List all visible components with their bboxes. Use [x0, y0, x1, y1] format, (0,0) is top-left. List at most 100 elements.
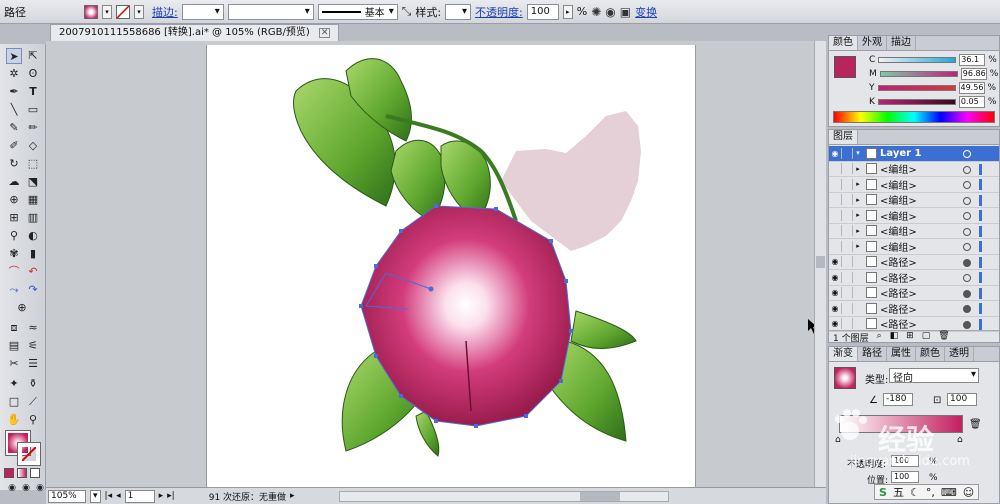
visibility-eye-icon[interactable]: ◉ [829, 257, 841, 266]
lasso-tool-icon[interactable]: ʘ [25, 66, 41, 82]
stroke-swatch[interactable] [116, 4, 130, 19]
visibility-eye-icon[interactable]: ◉ [829, 273, 841, 282]
zoom-dropdown[interactable]: ▾ [90, 489, 101, 503]
scale-tool-icon[interactable]: ⬚ [25, 156, 41, 172]
perspective-tool-icon[interactable]: ▦ [25, 192, 41, 208]
crop-area-tool-icon[interactable]: ⊕ [14, 300, 30, 316]
target-circle-icon[interactable] [963, 305, 971, 313]
gradient-swatch[interactable] [834, 367, 856, 389]
visibility-eye-icon[interactable]: ◉ [829, 319, 841, 328]
delete-layer-icon[interactable]: 🗑 [938, 331, 949, 343]
target-circle-icon[interactable] [963, 196, 971, 205]
lock-toggle[interactable] [841, 163, 853, 175]
visibility-eye-icon[interactable]: ◉ [829, 288, 841, 297]
globe-icon[interactable]: ◉ [605, 5, 615, 19]
lock-toggle[interactable] [841, 256, 853, 268]
status-menu-icon[interactable]: ▸ [290, 491, 295, 501]
variable-width-field[interactable]: ▾ [227, 3, 314, 20]
line-tool-icon[interactable]: ╲ [6, 102, 22, 118]
prev-page-icon[interactable]: ◂ [116, 491, 121, 501]
artboard-tool-icon[interactable]: ⧈ [6, 320, 22, 336]
gradient-location-field[interactable]: 100 [891, 471, 919, 483]
lock-toggle[interactable] [841, 225, 853, 237]
tab-attributes[interactable]: 属性 [887, 347, 916, 361]
eyedropper-alt-tool-icon[interactable]: ✦ [6, 376, 22, 392]
lock-toggle[interactable] [841, 271, 853, 283]
lock-toggle[interactable] [841, 178, 853, 190]
aspect-field[interactable]: 100 [947, 393, 977, 406]
k-channel-row[interactable]: K 0.05 % [869, 96, 996, 108]
reshape-tool-icon[interactable]: ⤳ [6, 282, 22, 298]
recolor-icon[interactable]: ✺ [591, 5, 601, 19]
target-circle-icon[interactable] [963, 243, 971, 251]
rotate-tool-icon[interactable]: ↻ [6, 156, 22, 172]
blend-tool-icon[interactable]: ◐ [25, 228, 41, 244]
locate-object-icon[interactable]: ⌕ [877, 331, 882, 343]
last-page-icon[interactable]: ▸| [167, 491, 175, 501]
target-circle-icon[interactable] [963, 274, 971, 282]
artboard-icon[interactable]: ▣ [620, 5, 631, 19]
fill-dropdown[interactable]: ▾ [102, 4, 112, 19]
k-value[interactable]: 0.05 [958, 96, 985, 108]
lock-toggle[interactable] [841, 147, 853, 159]
gradient-stop-right[interactable]: ⌂ [957, 435, 963, 445]
y-channel-row[interactable]: Y 49.56 % [869, 82, 996, 94]
lock-toggle[interactable] [841, 287, 853, 299]
horizontal-scrollbar[interactable] [338, 490, 669, 502]
c-slider[interactable] [878, 57, 957, 63]
tab-appearance[interactable]: 外观 [858, 36, 887, 50]
mesh-tool-icon[interactable]: ⊞ [6, 210, 22, 226]
new-sublayer-icon[interactable]: ⊞ [906, 331, 914, 343]
c-value[interactable]: 36.1 [959, 54, 986, 66]
zoom-tool-icon[interactable]: ⚲ [25, 412, 41, 428]
document-tab[interactable]: 2007910111558686 [转换].ai* @ 105% (RGB/预览… [50, 24, 340, 41]
magic-wand-tool-icon[interactable]: ✲ [6, 66, 22, 82]
fill-swatch[interactable] [84, 4, 98, 19]
y-slider[interactable] [877, 85, 956, 91]
slice-tool-icon[interactable]: ≈ [25, 320, 41, 336]
list-tool-icon[interactable]: ☰ [25, 356, 41, 372]
color-fill-swatch[interactable] [834, 56, 856, 78]
gradient-mode-icon[interactable] [17, 468, 27, 478]
selection-tool-icon[interactable]: ➤ [6, 48, 22, 64]
layer-row[interactable]: ▸ <编组> [829, 177, 999, 193]
hand-tool-icon[interactable]: ✋ [6, 412, 22, 428]
canvas-area[interactable] [46, 41, 821, 487]
visibility-eye-icon[interactable]: ◉ [829, 149, 841, 158]
gradient-opacity-field[interactable]: 100 [891, 455, 919, 467]
target-circle-icon[interactable] [963, 165, 971, 174]
target-circle-icon[interactable] [963, 227, 971, 236]
target-circle-icon[interactable] [963, 181, 971, 189]
layer-row[interactable]: ▸ <编组> [829, 208, 999, 224]
tab-stroke[interactable]: 描边 [887, 36, 916, 50]
graphic-style-field[interactable]: ▾ [445, 3, 472, 20]
eraser-tool-icon[interactable]: ◇ [25, 138, 41, 154]
paintbrush-tool-icon[interactable]: ✎ [6, 120, 22, 136]
lock-toggle[interactable] [841, 302, 853, 314]
next-page-icon[interactable]: ▸ [159, 491, 164, 501]
none-mode-icon[interactable] [30, 468, 40, 478]
eyedropper-tool-icon[interactable]: ⚲ [6, 228, 22, 244]
lock-toggle[interactable] [841, 318, 853, 330]
direct-selection-tool-icon[interactable]: ⇱ [25, 48, 41, 64]
target-circle-icon[interactable] [963, 289, 971, 298]
warp-tool-icon[interactable]: ☁ [6, 174, 22, 190]
tab-path[interactable]: 路径 [858, 347, 887, 361]
tab-color[interactable]: 颜色 [829, 36, 858, 50]
layer-row[interactable]: ▸ <编组> [829, 162, 999, 177]
gradient-type-select[interactable]: 径向 ▾ [889, 368, 979, 384]
opacity-link[interactable]: 不透明度: [475, 4, 523, 20]
lock-toggle[interactable] [841, 209, 853, 221]
width-tool-icon[interactable]: ↷ [25, 282, 41, 298]
opacity-field[interactable]: 100 [526, 3, 559, 20]
color-mode-icon[interactable] [4, 468, 14, 478]
page-field[interactable]: 1 [124, 489, 155, 503]
rectangle-tool-icon[interactable]: ▭ [25, 102, 41, 118]
slice-select-tool-icon[interactable]: ⟋ [25, 394, 41, 410]
k-slider[interactable] [877, 99, 956, 105]
angle-field[interactable]: -180 [883, 393, 913, 406]
stroke-dropdown[interactable]: ▾ [134, 4, 144, 19]
type-tool-icon[interactable]: T [25, 84, 41, 100]
stroke-proxy[interactable] [17, 442, 41, 466]
transform-link[interactable]: 变换 [635, 4, 657, 20]
